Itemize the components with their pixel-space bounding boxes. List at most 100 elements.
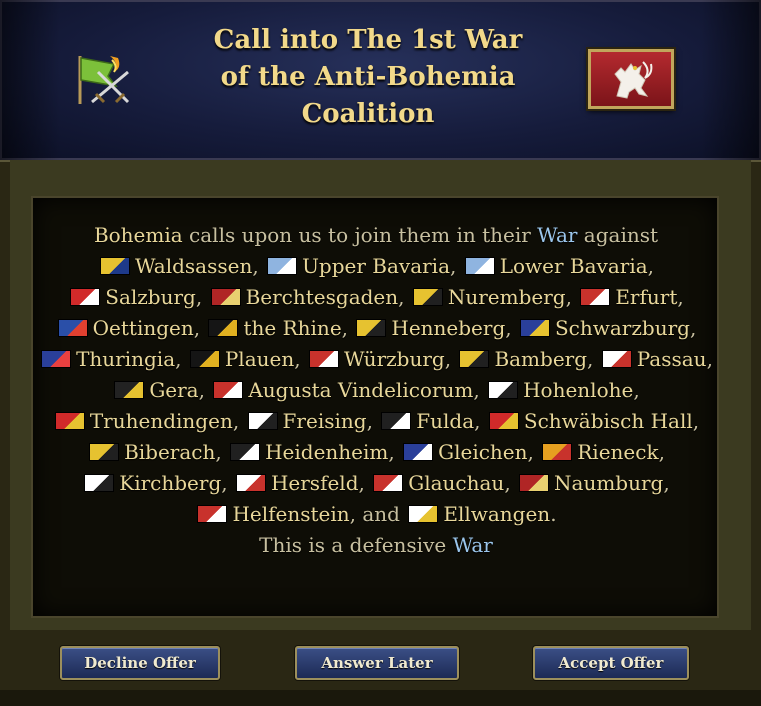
country-flag-icon	[601, 350, 632, 368]
bohemia-flag-icon	[588, 49, 674, 109]
country-name: Hohenlohe	[523, 378, 634, 402]
war-link[interactable]: War	[537, 223, 577, 247]
enemy-country[interactable]: Truhendingen	[53, 409, 233, 433]
war-call-message: Bohemia calls upon us to join them in th…	[34, 220, 718, 561]
country-flag-icon	[381, 412, 412, 430]
country-name: Henneberg	[391, 316, 506, 340]
country-flag-icon	[542, 443, 573, 461]
country-name: Biberach	[124, 440, 216, 464]
country-flag-icon	[580, 288, 611, 306]
country-name: Glauchau	[408, 471, 505, 495]
country-flag-icon	[70, 288, 101, 306]
country-flag-icon	[57, 319, 88, 337]
country-name: Oettingen	[92, 316, 194, 340]
enemy-country[interactable]: Upper Bavaria	[265, 254, 450, 278]
country-flag-icon	[464, 257, 495, 275]
country-flag-icon	[197, 505, 228, 523]
country-name: Lower Bavaria	[499, 254, 648, 278]
country-flag-icon	[208, 319, 239, 337]
country-name: Naumburg	[554, 471, 664, 495]
enemy-country[interactable]: Berchtesgaden	[209, 285, 399, 309]
enemy-country[interactable]: the Rhine	[206, 316, 342, 340]
enemy-country[interactable]: Gleichen	[401, 440, 528, 464]
country-flag-icon	[459, 350, 490, 368]
enemy-country[interactable]: Rieneck	[540, 440, 659, 464]
enemy-country[interactable]: Nuremberg	[411, 285, 566, 309]
footer-war-link[interactable]: War	[453, 533, 493, 557]
country-name: Thuringia	[76, 347, 176, 371]
country-flag-icon	[84, 474, 115, 492]
enemy-country[interactable]: Erfurt	[578, 285, 677, 309]
country-name: Hersfeld	[270, 471, 359, 495]
enemy-country[interactable]: Thuringia	[39, 347, 175, 371]
message-against: against	[577, 223, 659, 247]
country-name: Passau	[636, 347, 707, 371]
enemy-country[interactable]: Glauchau	[371, 471, 504, 495]
enemy-country[interactable]: Gera	[112, 378, 199, 402]
dialog-header: Call into The 1st War of the Anti-Bohemi…	[0, 0, 761, 162]
country-flag-icon	[230, 443, 261, 461]
country-name: Kirchberg	[119, 471, 222, 495]
country-name: Gleichen	[438, 440, 528, 464]
enemy-country[interactable]: Ellwangen	[406, 502, 550, 526]
country-name: Erfurt	[615, 285, 678, 309]
country-flag-icon	[99, 257, 130, 275]
enemy-country[interactable]: Würzburg	[307, 347, 445, 371]
country-name: Heidenheim	[265, 440, 389, 464]
country-name: Bamberg	[494, 347, 588, 371]
country-name: Nuremberg	[447, 285, 566, 309]
enemy-country[interactable]: Lower Bavaria	[463, 254, 648, 278]
enemy-country[interactable]: Heidenheim	[228, 440, 388, 464]
accept-offer-button[interactable]: Accept Offer	[533, 646, 689, 680]
enemy-country[interactable]: Salzburg	[68, 285, 196, 309]
country-name: Schwäbisch Hall	[523, 409, 693, 433]
enemy-country[interactable]: Henneberg	[354, 316, 505, 340]
country-flag-icon	[267, 257, 298, 275]
enemy-country[interactable]: Kirchberg	[82, 471, 221, 495]
enemy-country[interactable]: Freising	[246, 409, 367, 433]
country-name: Berchtesgaden	[245, 285, 399, 309]
enemy-country[interactable]: Helfenstein	[195, 502, 350, 526]
bottom-strip	[0, 690, 761, 706]
enemy-country[interactable]: Bamberg	[457, 347, 587, 371]
enemy-country[interactable]: Naumburg	[517, 471, 663, 495]
country-flag-icon	[488, 381, 519, 399]
country-name: Würzburg	[343, 347, 445, 371]
decline-offer-button[interactable]: Decline Offer	[60, 646, 220, 680]
country-flag-icon	[488, 412, 519, 430]
country-flag-icon	[189, 350, 220, 368]
country-name: Upper Bavaria	[302, 254, 451, 278]
enemy-country[interactable]: Augusta Vindelicorum	[211, 378, 473, 402]
country-flag-icon	[213, 381, 244, 399]
country-name: Salzburg	[105, 285, 196, 309]
enemy-country[interactable]: Biberach	[87, 440, 215, 464]
enemy-country[interactable]: Hersfeld	[234, 471, 359, 495]
footer-prefix: This is a defensive	[259, 533, 453, 557]
country-flag-icon	[210, 288, 241, 306]
dialog-title: Call into The 1st War of the Anti-Bohemi…	[213, 25, 523, 129]
country-name: Gera	[149, 378, 199, 402]
lion-rampant-icon	[614, 61, 653, 99]
country-flag-icon	[408, 505, 439, 523]
country-flag-icon	[114, 381, 145, 399]
country-flag-icon	[519, 319, 550, 337]
enemy-country[interactable]: Hohenlohe	[486, 378, 633, 402]
country-name: Helfenstein	[232, 502, 350, 526]
caller-country-link[interactable]: Bohemia	[94, 223, 183, 247]
country-name: Rieneck	[577, 440, 659, 464]
country-name: Schwarzburg	[554, 316, 690, 340]
country-flag-icon	[519, 474, 550, 492]
enemy-country[interactable]: Plauen	[188, 347, 294, 371]
enemy-list: Waldsassen, Upper Bavaria, Lower Bavaria…	[39, 254, 713, 526]
enemy-country[interactable]: Schwäbisch Hall	[487, 409, 693, 433]
country-flag-icon	[373, 474, 404, 492]
enemy-country[interactable]: Passau	[600, 347, 707, 371]
country-name: Fulda	[416, 409, 475, 433]
country-name: Freising	[282, 409, 367, 433]
enemy-country[interactable]: Fulda	[379, 409, 474, 433]
answer-later-button[interactable]: Answer Later	[295, 646, 459, 680]
enemy-country[interactable]: Oettingen	[56, 316, 194, 340]
country-name: the Rhine	[243, 316, 342, 340]
enemy-country[interactable]: Schwarzburg	[518, 316, 690, 340]
enemy-country[interactable]: Waldsassen	[98, 254, 252, 278]
